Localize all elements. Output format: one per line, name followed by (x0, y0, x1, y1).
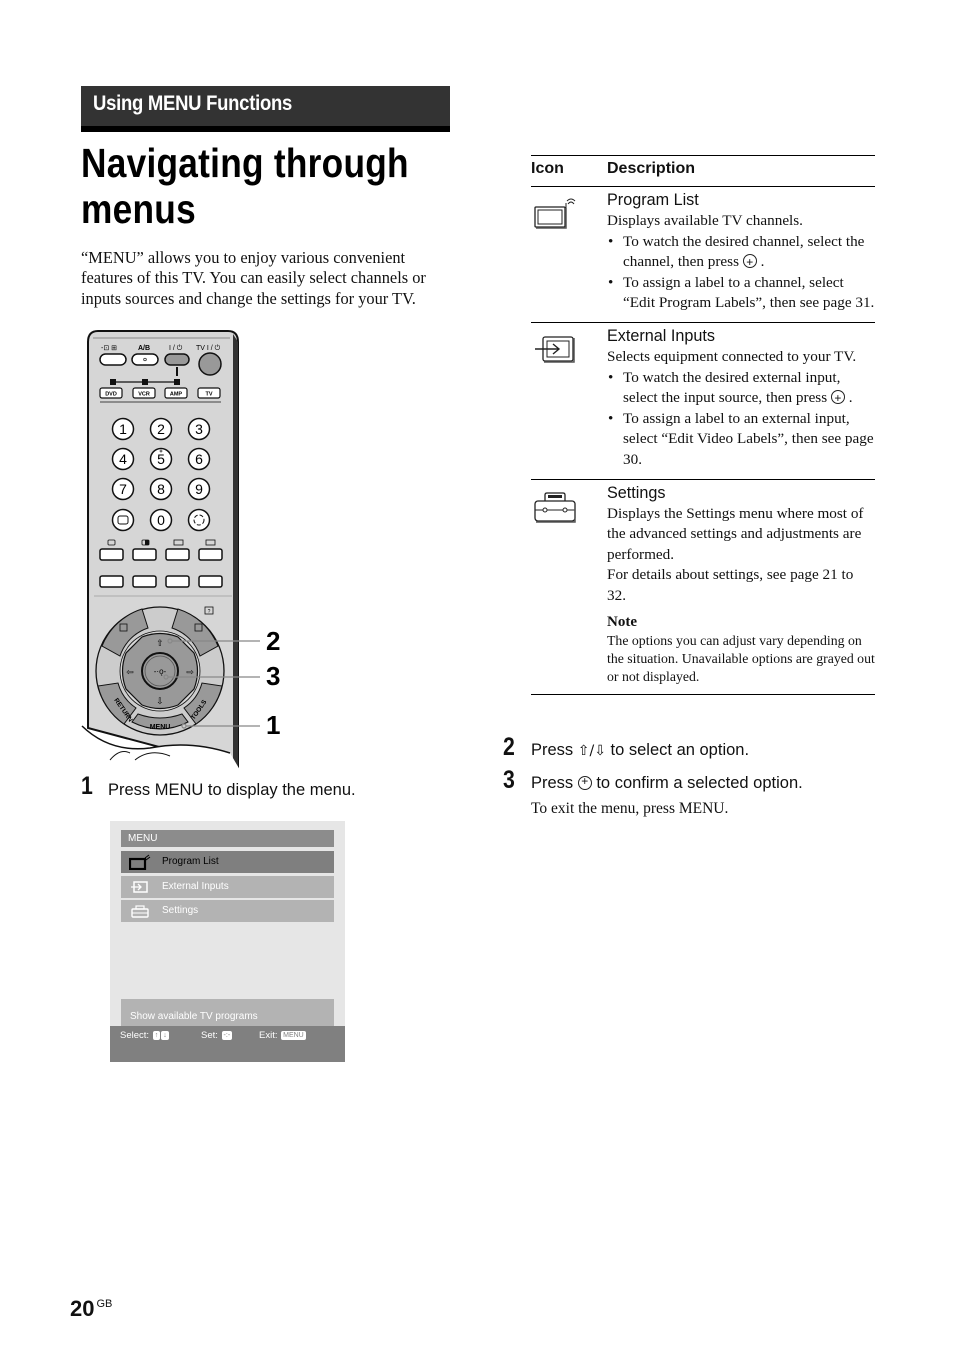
svg-text:8: 8 (157, 481, 165, 497)
row-summary: Selects equipment connected to your TV. (607, 347, 857, 365)
enter-key-icon: -:- (221, 1031, 233, 1040)
icon-description-table: Icon Description Program List Displays a… (531, 155, 875, 696)
header-description: Description (607, 160, 696, 177)
svg-text:5: 5 (157, 451, 165, 467)
table-row-program-list: Program List Displays available TV chann… (531, 187, 875, 323)
tv-antenna-icon (534, 198, 576, 229)
note-heading: Note (607, 613, 637, 630)
table-row-external-inputs: External Inputs Selects equipment connec… (531, 323, 875, 480)
input-icon (535, 336, 575, 363)
toolbox-icon (534, 491, 576, 523)
input-label: -⊡ ⊞ (101, 345, 117, 352)
osd-item-program-list[interactable]: Program List (121, 851, 334, 873)
svg-text:6: 6 (195, 451, 203, 467)
svg-text:4: 4 (119, 451, 127, 467)
osd-item-label: Settings (162, 905, 199, 916)
osd-menu-title: MENU (121, 830, 334, 847)
svg-text:⇩: ⇩ (156, 697, 164, 707)
step-1-text: Press MENU to display the menu. (108, 781, 356, 799)
header-icon: Icon (531, 160, 564, 177)
svg-text:-·ǫ-: -·ǫ- (154, 667, 167, 676)
svg-text:3: 3 (195, 421, 203, 437)
power-button (164, 353, 190, 366)
row-name: Settings (607, 483, 666, 502)
bullet: To assign a label to a channel, select “… (607, 273, 875, 314)
svg-text:MENU: MENU (150, 724, 171, 731)
svg-text:⇧: ⇧ (156, 639, 164, 649)
svg-text:2: 2 (157, 421, 165, 437)
up-key-icon: ↑ (152, 1031, 161, 1040)
row-name: Program List (607, 191, 699, 209)
step-3-subtext: To exit the menu, press MENU. (531, 800, 729, 817)
row-summary-2: For details about settings, see page 21 … (607, 566, 854, 604)
svg-text:A/B: A/B (138, 345, 150, 352)
tv-antenna-icon (129, 854, 151, 870)
step-3-text: Press to confirm a selected option. (531, 774, 803, 793)
remote-control-illustration: -⊡ ⊞ A/B I / ⏻ TV I / ⏻ DVD VCR AMP TV 1… (80, 328, 295, 770)
bullet: To watch the desired channel, select the… (607, 232, 875, 273)
svg-text:VCR: VCR (138, 392, 150, 398)
osd-item-label: Program List (162, 856, 219, 867)
table-header: Icon Description (531, 155, 875, 187)
osd-footer: Select: ↑ ↓ Set: -:- Exit: MENU (110, 1026, 345, 1062)
row-summary: Displays the Settings menu where most of… (607, 504, 864, 563)
bullet: To assign a label to an external input, … (607, 409, 875, 471)
svg-text:TV: TV (205, 392, 212, 398)
enter-button-icon (742, 252, 757, 273)
svg-text:9: 9 (195, 481, 203, 497)
osd-hint-text: Show available TV programs (130, 1011, 258, 1022)
osd-item-external-inputs[interactable]: External Inputs (121, 876, 334, 898)
svg-text:AMP: AMP (170, 392, 183, 398)
section-header-text: Using MENU Functions (93, 92, 293, 115)
menu-key: MENU (281, 1031, 306, 1040)
osd-item-label: External Inputs (162, 881, 229, 892)
osd-exit-hint: Exit: MENU (259, 1030, 306, 1041)
step-3-number: 3 (503, 766, 515, 794)
ab-button (131, 353, 159, 366)
step-1-number: 1 (81, 772, 93, 800)
page-title-line1: Navigating through (81, 140, 409, 186)
step-2: 2 (503, 733, 517, 762)
note-text: The options you can adjust vary dependin… (607, 633, 875, 685)
step-2-text: Press ⇧/⇩ to select an option. (531, 741, 750, 759)
input-button (99, 353, 127, 366)
osd-set-hint: Set: -:- (201, 1030, 233, 1041)
bullet: To watch the desired external input, sel… (607, 368, 875, 409)
svg-text:I / ⏻: I / ⏻ (169, 344, 183, 352)
remote-control-svg: -⊡ ⊞ A/B I / ⏻ TV I / ⏻ DVD VCR AMP TV 1… (80, 330, 280, 770)
osd-hint-bar: Show available TV programs (121, 999, 334, 1026)
svg-text:0: 0 (157, 512, 165, 528)
tv-menu-screenshot: MENU Program List External Inputs Settin… (110, 821, 345, 1062)
callout-3: 3 (266, 661, 280, 691)
svg-text:7: 7 (119, 481, 127, 497)
enter-button-icon (830, 388, 845, 409)
step-1: 1 (81, 772, 95, 801)
osd-select-hint: Select: ↑ ↓ (120, 1030, 169, 1041)
svg-text:⇦: ⇦ (126, 668, 134, 678)
svg-text:1: 1 (119, 421, 127, 437)
svg-text:DVD: DVD (105, 392, 117, 398)
input-icon (131, 881, 148, 893)
step-3: 3 (503, 766, 517, 795)
table-row-settings: Settings Displays the Settings menu wher… (531, 480, 875, 696)
up-down-arrow-icon: ⇧/⇩ (577, 743, 606, 759)
page-title: Navigating through menus (81, 140, 442, 232)
row-name: External Inputs (607, 326, 715, 345)
down-key-icon: ↓ (161, 1031, 169, 1040)
osd-item-settings[interactable]: Settings (121, 900, 334, 922)
section-header: Using MENU Functions (81, 86, 450, 132)
intro-paragraph: “MENU” allows you to enjoy various conve… (81, 248, 426, 308)
callout-2: 2 (266, 626, 280, 656)
page-title-line2: menus (81, 186, 196, 232)
callout-1: 1 (266, 710, 280, 740)
svg-text:TV I / ⏻: TV I / ⏻ (196, 344, 221, 352)
toolbox-icon (131, 905, 149, 918)
row-summary: Displays available TV channels. (607, 212, 803, 229)
enter-button-icon (577, 774, 592, 790)
svg-text:?: ? (208, 609, 211, 615)
step-2-number: 2 (503, 733, 515, 761)
page-number: 20 GB (70, 1296, 113, 1321)
tv-power-button (198, 352, 222, 376)
